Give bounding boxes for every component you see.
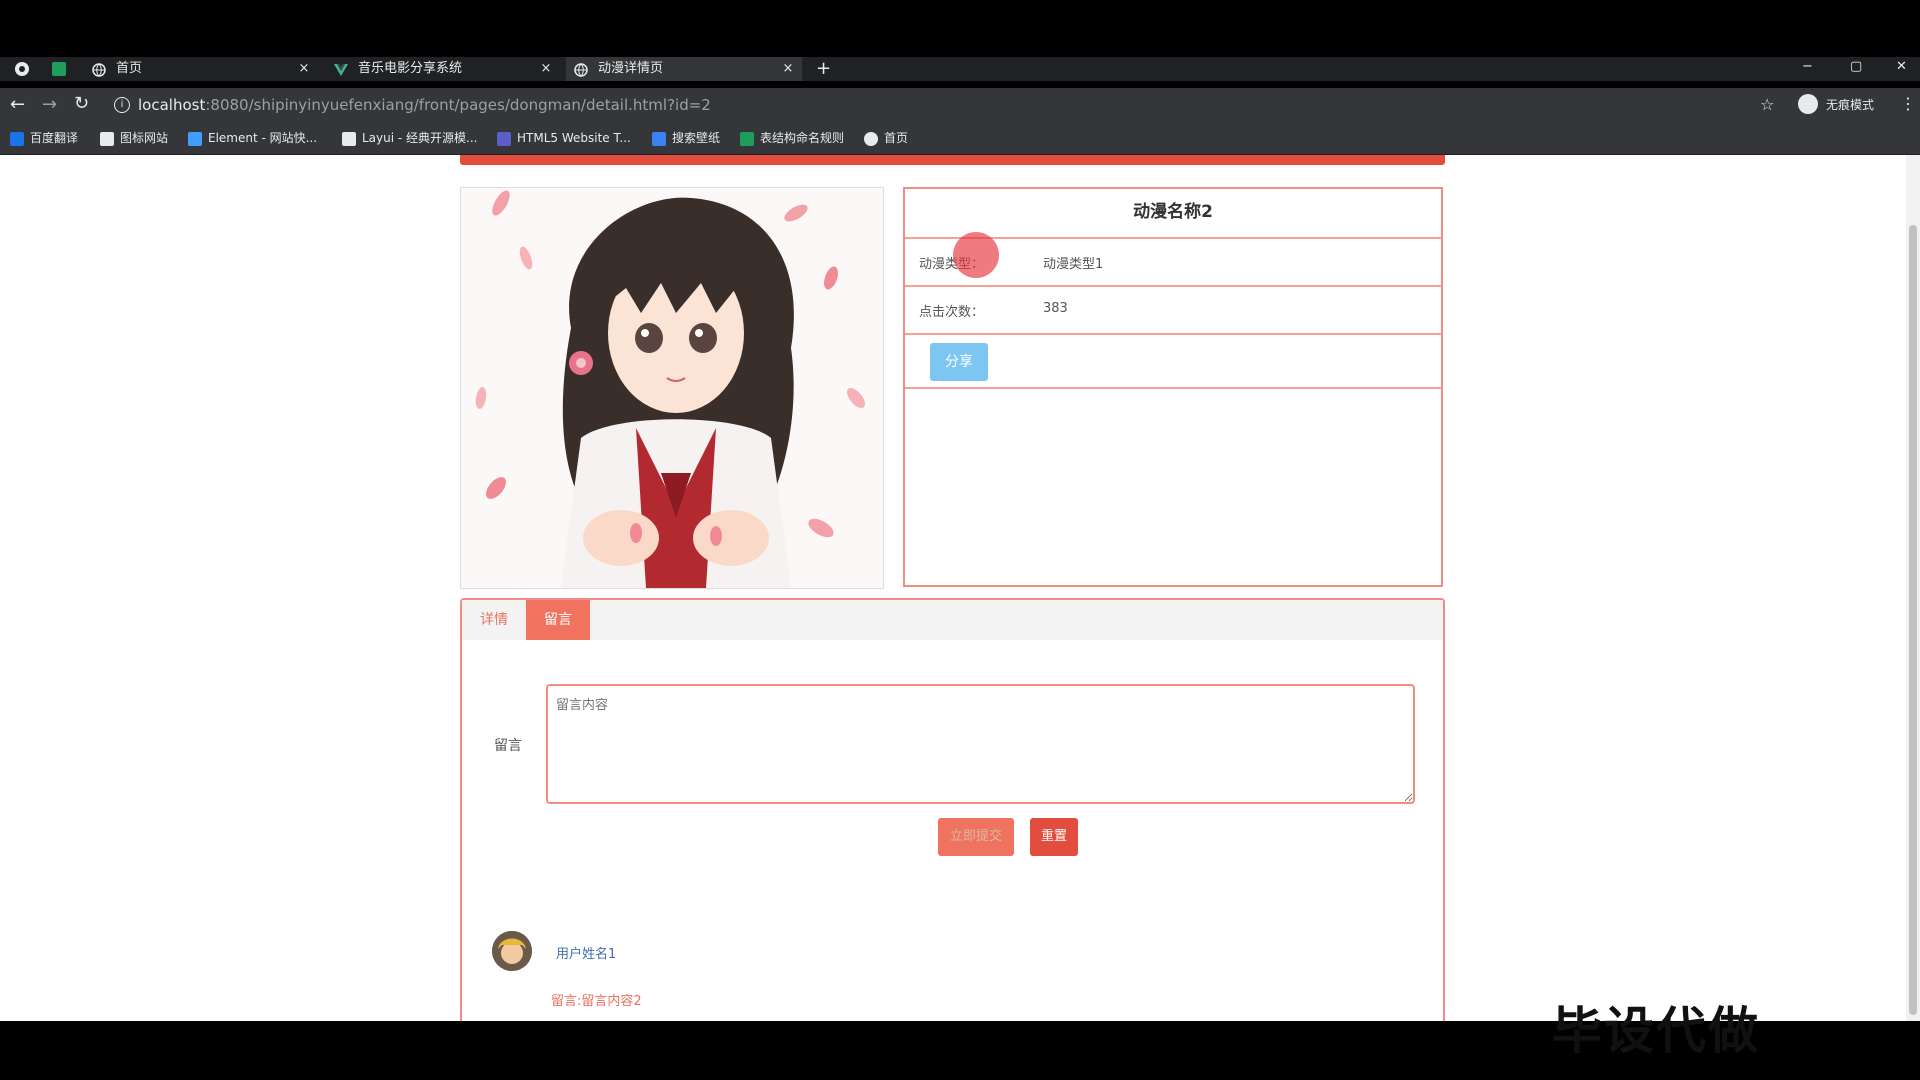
bookmark-label: 百度翻译 (30, 131, 79, 145)
close-tab-icon[interactable]: × (296, 57, 312, 81)
sheet-tab-icon[interactable] (52, 62, 66, 76)
share-row: 分享 (905, 335, 1441, 389)
bookmark-label: 首页 (884, 131, 909, 145)
browser-menu-icon[interactable] (14, 61, 30, 77)
new-tab-button[interactable]: + (816, 57, 831, 81)
bookmark-label: Layui - 经典开源模... (362, 131, 478, 145)
close-tab-icon[interactable]: × (538, 57, 554, 81)
info-value: 383 (1043, 301, 1068, 316)
url-host: localhost (138, 96, 206, 114)
minimize-button[interactable]: − (1802, 57, 1813, 77)
anime-title: 动漫名称2 (905, 189, 1441, 239)
bookmark-item[interactable]: 图标网站 (100, 129, 168, 147)
comment-label: 留言 (494, 738, 522, 754)
info-icon[interactable]: i (114, 97, 130, 113)
layui-icon (342, 131, 356, 146)
watermark-text: 毕设代做 (1552, 1002, 1760, 1060)
bookmark-label: 搜索壁纸 (672, 131, 721, 145)
tab-header: 详情 留言 (462, 600, 1443, 640)
bookmark-item[interactable]: Element - 网站快... (188, 129, 317, 147)
info-value: 动漫类型1 (1043, 257, 1104, 272)
tab-label: 动漫详情页 (598, 61, 664, 76)
tab-details[interactable]: 详情 (462, 600, 526, 640)
info-key: 点击次数： (919, 305, 985, 320)
globe-icon (574, 62, 588, 77)
scrollbar-thumb[interactable] (1909, 225, 1917, 1015)
url-text: localhost:8080/shipinyinyuefenxiang/fron… (138, 96, 711, 114)
submit-button[interactable]: 立即提交 (938, 818, 1014, 856)
tab-music-movie[interactable]: 音乐电影分享系统 × (334, 57, 554, 81)
mouse-highlight (953, 232, 999, 278)
bookmark-item[interactable]: 表结构命名规则 (740, 129, 844, 147)
sheet-icon (740, 131, 754, 146)
url-field[interactable]: i localhost:8080/shipinyinyuefenxiang/fr… (106, 91, 1786, 119)
tab-comments[interactable]: 留言 (526, 600, 590, 640)
screen-top-bar (0, 0, 1920, 57)
bookmark-item[interactable]: 首页 (864, 129, 908, 147)
url-path: :8080/shipinyinyuefenxiang/front/pages/d… (205, 96, 711, 114)
tab-home[interactable]: 首页 × (92, 57, 312, 81)
page-content: 动漫名称2 动漫类型： 动漫类型1 点击次数： 383 分享 详情 留言 留言 … (0, 155, 1906, 1021)
bookmark-label: 图标网站 (120, 131, 169, 145)
element-icon (188, 131, 202, 146)
forward-icon[interactable]: → (42, 96, 57, 114)
detail-tabs-panel: 详情 留言 留言 立即提交 重置 用户姓名1 留言:留言内容2 (460, 598, 1445, 1021)
tab-label: 首页 (116, 61, 143, 76)
globe-icon (864, 131, 878, 146)
html5-icon (497, 131, 511, 146)
bookmarks-bar: 百度翻译 图标网站 Element - 网站快... Layui - 经典开源模… (0, 122, 1920, 155)
bookmark-label: Element - 网站快... (208, 131, 318, 145)
address-bar-row: ← → ↻ i localhost:8080/shipinyinyuefenxi… (0, 88, 1920, 122)
translate-icon (10, 131, 24, 146)
tab-anime-detail[interactable]: 动漫详情页 × (566, 57, 802, 81)
anime-cover-image (460, 187, 884, 589)
anime-girl-illustration (461, 188, 883, 588)
bookmark-star-icon[interactable]: ☆ (1760, 95, 1774, 114)
incognito-icon[interactable] (1798, 94, 1818, 114)
bookmark-item[interactable]: 搜索壁纸 (652, 129, 720, 147)
globe-icon (92, 62, 106, 77)
reload-icon[interactable]: ↻ (74, 95, 89, 113)
browser-tab-strip: 首页 × 音乐电影分享系统 × 动漫详情页 × + − ▢ ✕ (0, 57, 1920, 81)
comment-text: 留言:留言内容2 (551, 994, 642, 1009)
tab-label: 音乐电影分享系统 (358, 61, 463, 76)
info-row-clicks: 点击次数： 383 (905, 287, 1441, 335)
vue-icon (334, 62, 348, 76)
page-scrollbar[interactable] (1906, 155, 1920, 1021)
bookmark-item[interactable]: Layui - 经典开源模... (342, 129, 477, 147)
close-tab-icon[interactable]: × (780, 57, 796, 81)
comment-input[interactable] (546, 684, 1415, 804)
profile-label[interactable]: 无痕模式 (1826, 96, 1874, 113)
header-accent-bar (460, 155, 1445, 165)
more-menu-icon[interactable]: ⋮ (1900, 94, 1916, 113)
wallpaper-icon (652, 131, 666, 146)
bookmark-label: HTML5 Website T... (517, 131, 631, 145)
bookmark-item[interactable]: 百度翻译 (10, 129, 78, 147)
share-button[interactable]: 分享 (930, 343, 988, 381)
reset-button[interactable]: 重置 (1030, 818, 1078, 856)
avatar (492, 931, 532, 971)
back-icon[interactable]: ← (10, 96, 25, 114)
comment-username[interactable]: 用户姓名1 (556, 943, 616, 962)
close-window-button[interactable]: ✕ (1896, 57, 1907, 77)
bookmark-item[interactable]: HTML5 Website T... (497, 129, 631, 147)
bookmark-label: 表结构命名规则 (760, 131, 845, 145)
maximize-button[interactable]: ▢ (1850, 57, 1862, 77)
flag-icon (100, 131, 114, 146)
